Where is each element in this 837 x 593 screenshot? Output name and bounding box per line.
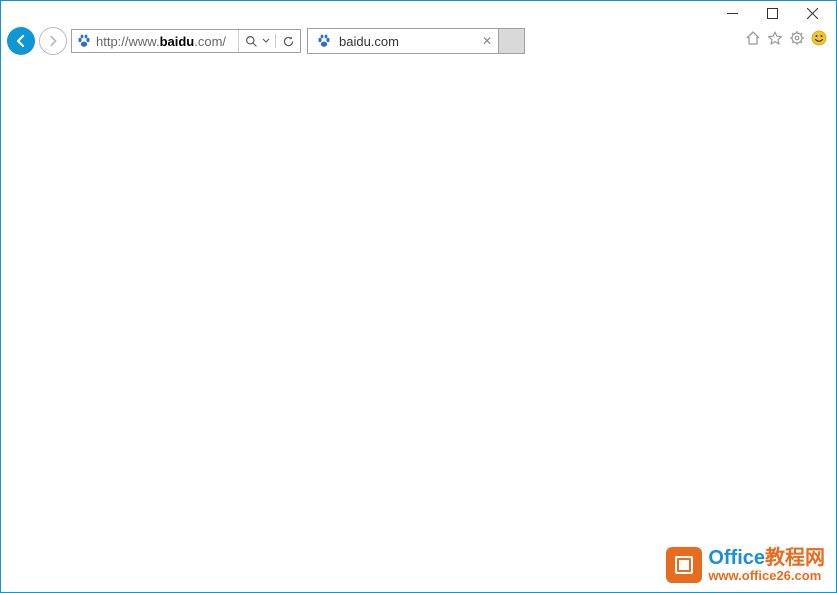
watermark: Office教程网 www.office26.com: [666, 547, 825, 583]
favorites-icon[interactable]: [766, 29, 784, 47]
search-icon[interactable]: [243, 30, 259, 52]
tab-strip: baidu.com ✕: [307, 28, 525, 54]
settings-icon[interactable]: [788, 29, 806, 47]
watermark-domain: www.office26.com: [708, 569, 825, 583]
back-button[interactable]: [7, 27, 35, 55]
watermark-brand: Office教程网: [708, 547, 825, 569]
home-icon[interactable]: [744, 29, 762, 47]
new-tab-button[interactable]: [499, 28, 525, 54]
baidu-favicon-icon: [76, 33, 92, 49]
forward-button[interactable]: [39, 27, 67, 55]
browser-tab[interactable]: baidu.com ✕: [307, 28, 499, 54]
refresh-icon[interactable]: [280, 30, 296, 52]
url-domain: baidu: [160, 34, 195, 49]
page-content: Office教程网 www.office26.com: [2, 59, 835, 591]
tab-title: baidu.com: [336, 34, 480, 49]
toolbar-right-icons: [744, 29, 828, 47]
separator: [275, 34, 276, 48]
url-display[interactable]: http://www.baidu.com/: [96, 34, 238, 49]
watermark-text: Office教程网 www.office26.com: [708, 547, 825, 583]
tab-close-icon[interactable]: ✕: [480, 34, 494, 48]
address-bar[interactable]: http://www.baidu.com/: [71, 29, 301, 53]
dropdown-icon[interactable]: [261, 30, 271, 52]
address-controls: [238, 30, 300, 52]
maximize-button[interactable]: [752, 2, 792, 24]
browser-toolbar: http://www.baidu.com/ baidu.com: [1, 25, 836, 57]
url-suffix: .com/: [194, 34, 226, 49]
smiley-icon[interactable]: [810, 29, 828, 47]
window-titlebar: [1, 1, 836, 25]
close-button[interactable]: [792, 2, 832, 24]
minimize-button[interactable]: [712, 2, 752, 24]
watermark-logo-icon: [666, 547, 702, 583]
baidu-favicon-icon: [316, 33, 332, 49]
url-prefix: http://www.: [96, 34, 160, 49]
